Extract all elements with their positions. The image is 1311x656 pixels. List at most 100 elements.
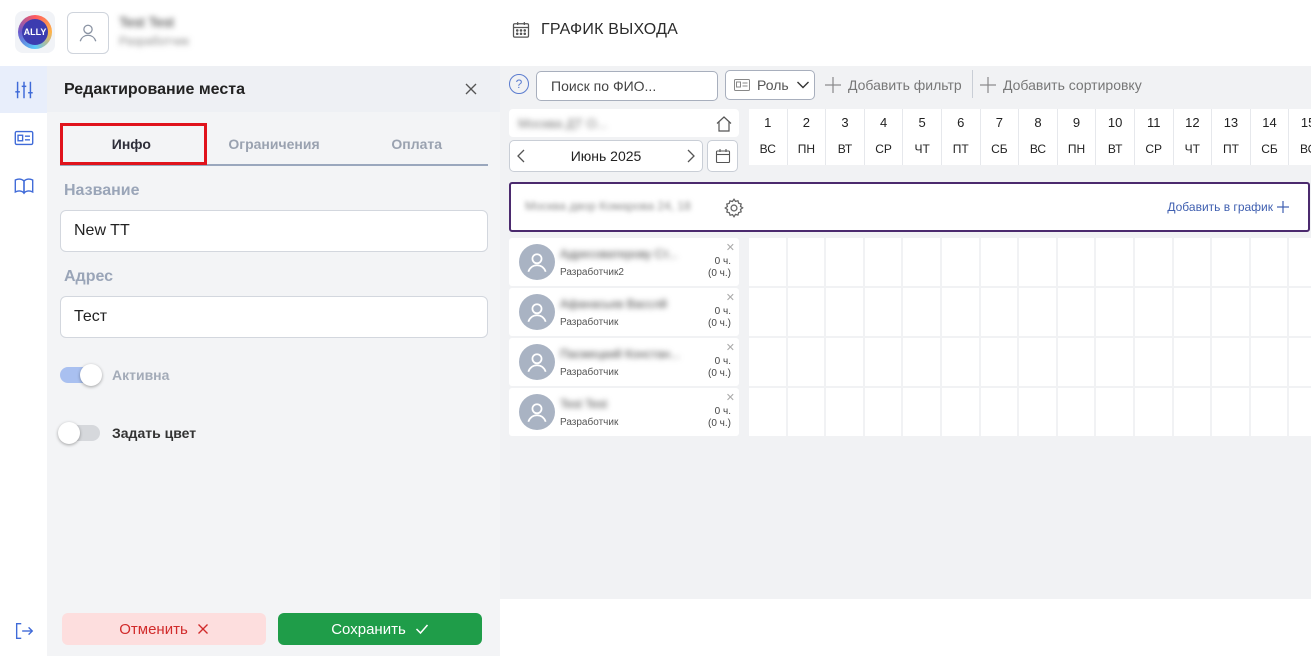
help-icon[interactable]: ? [509,74,529,94]
tab-restrictions[interactable]: Ограничения [203,122,346,164]
home-icon[interactable] [715,115,733,133]
schedule-cell[interactable] [787,338,827,386]
schedule-cell[interactable] [980,338,1020,386]
schedule-cell[interactable] [1096,238,1135,286]
schedule-cell[interactable] [1173,238,1213,286]
rail-item-cards[interactable] [0,114,47,161]
chevron-left-icon[interactable] [516,149,526,163]
search-input[interactable] [536,71,718,101]
save-button[interactable]: Сохранить [278,613,482,645]
tab-payment[interactable]: Оплата [345,122,488,164]
schedule-cell[interactable] [1212,288,1251,336]
rail-item-logout[interactable] [0,607,47,654]
tab-info[interactable]: Инфо [60,122,203,164]
schedule-cell[interactable] [864,288,904,336]
schedule-cell[interactable] [941,338,981,386]
cancel-button[interactable]: Отменить [62,613,266,645]
schedule-cell[interactable] [826,388,865,436]
color-toggle[interactable] [58,422,100,444]
schedule-cell[interactable] [1096,388,1135,436]
schedule-cell[interactable] [787,288,827,336]
add-sort-label: Добавить сортировку [1003,77,1142,93]
close-icon[interactable] [463,81,479,97]
remove-employee-icon[interactable]: ✕ [726,241,735,254]
add-to-schedule-button[interactable]: Добавить в график [1167,200,1290,214]
app-logo[interactable]: ALLY [15,11,55,53]
schedule-cell[interactable] [1173,288,1213,336]
role-select[interactable]: Роль [725,70,815,100]
gear-icon[interactable] [723,197,745,219]
schedule-cell[interactable] [1057,388,1097,436]
schedule-cell[interactable] [1134,338,1174,386]
schedule-cell[interactable] [1250,238,1290,286]
schedule-cell[interactable] [903,288,942,336]
rail-item-docs[interactable] [0,162,47,209]
schedule-cell[interactable] [903,338,942,386]
schedule-cell[interactable] [980,238,1020,286]
schedule-cell[interactable] [1019,338,1058,386]
remove-employee-icon[interactable]: ✕ [726,391,735,404]
schedule-cell[interactable] [903,238,942,286]
schedule-cell[interactable] [864,238,904,286]
rail-item-settings[interactable] [0,66,47,113]
calendar-button[interactable] [707,140,738,172]
employee-row[interactable]: Афанасьев Васслй Разработчик 0 ч. (0 ч.) ✕ [509,288,739,336]
add-sort-button[interactable]: Добавить сортировку [979,76,1142,94]
schedule-cell[interactable] [1134,238,1174,286]
schedule-cell[interactable] [1096,338,1135,386]
employee-row[interactable]: Адресоватерову Ст... Разработчик2 0 ч. (0 ч… [509,238,739,286]
schedule-cell[interactable] [941,288,981,336]
remove-employee-icon[interactable]: ✕ [726,341,735,354]
schedule-cell[interactable] [941,388,981,436]
schedule-cell[interactable] [1057,338,1097,386]
schedule-cell[interactable] [787,388,827,436]
hours-sub-value: (0 ч.) [708,318,731,329]
schedule-cell[interactable] [1173,338,1213,386]
schedule-cell[interactable] [1250,388,1290,436]
schedule-cell[interactable] [749,288,788,336]
schedule-cell[interactable] [1250,288,1290,336]
schedule-cell[interactable] [1173,388,1213,436]
schedule-cell[interactable] [864,338,904,386]
schedule-cell[interactable] [1212,338,1251,386]
schedule-cell[interactable] [749,338,788,386]
schedule-cell[interactable] [749,238,788,286]
schedule-cell[interactable] [749,388,788,436]
schedule-cell[interactable] [826,338,865,386]
schedule-cell[interactable] [1096,288,1135,336]
schedule-cell[interactable] [1289,288,1311,336]
schedule-cell[interactable] [826,238,865,286]
schedule-cell[interactable] [787,238,827,286]
schedule-cell[interactable] [1019,238,1058,286]
schedule-cell[interactable] [903,388,942,436]
employee-row[interactable]: Пасмецкий Констан... Разработчик 0 ч. (0 ч.… [509,338,739,386]
employee-row[interactable]: Test Test Разработчик 0 ч. (0 ч.) ✕ [509,388,739,436]
remove-employee-icon[interactable]: ✕ [726,291,735,304]
schedule-cell[interactable] [1134,388,1174,436]
schedule-cell[interactable] [1019,288,1058,336]
schedule-cell[interactable] [1134,288,1174,336]
schedule-cell[interactable] [1289,338,1311,386]
day-of-week: ПТ [1222,142,1239,156]
schedule-cell[interactable] [941,238,981,286]
schedule-cell[interactable] [1212,388,1251,436]
schedule-cell[interactable] [826,288,865,336]
name-input[interactable] [60,210,488,252]
chevron-right-icon[interactable] [686,149,696,163]
schedule-cell[interactable] [1212,238,1251,286]
schedule-cell[interactable] [1250,338,1290,386]
employee-role: Разработчик [560,367,619,378]
add-filter-button[interactable]: Добавить фильтр [824,76,962,94]
user-avatar[interactable] [67,12,109,54]
address-input[interactable] [60,296,488,338]
schedule-cell[interactable] [1289,238,1311,286]
schedule-cell[interactable] [980,388,1020,436]
schedule-cell[interactable] [864,388,904,436]
schedule-cell[interactable] [980,288,1020,336]
place-selector[interactable]: Москва ДТ О... [509,109,739,137]
schedule-cell[interactable] [1057,288,1097,336]
active-toggle[interactable] [60,364,102,386]
schedule-cell[interactable] [1019,388,1058,436]
schedule-cell[interactable] [1057,238,1097,286]
schedule-cell[interactable] [1289,388,1311,436]
